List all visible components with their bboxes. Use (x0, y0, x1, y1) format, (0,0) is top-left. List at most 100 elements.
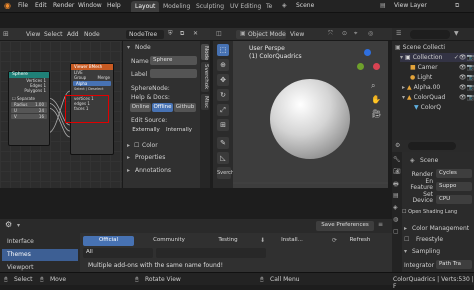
unlink-icon[interactable]: ✕ (193, 30, 198, 38)
menu-file[interactable]: File (18, 2, 28, 9)
editor-type-icon[interactable]: ⊞ (3, 30, 9, 38)
tab-modeling[interactable]: Modeling (159, 1, 194, 12)
render-tab-icon[interactable]: 📷︎ (393, 168, 401, 175)
sphere-v-field[interactable]: V 16 (11, 114, 47, 119)
sphere-separate-checkbox[interactable]: ☐ Separate (9, 96, 49, 101)
download-icon[interactable]: ⬇ (260, 237, 265, 245)
preferences-editor-icon[interactable]: ⚙ (5, 221, 12, 229)
osl-checkbox[interactable]: ☐ Open Shading Lang (402, 209, 457, 215)
gizmo-x-axis-icon[interactable] (373, 63, 380, 70)
github-docs-button[interactable]: Github (174, 103, 196, 112)
sphere-u-field[interactable]: U 24 (11, 108, 47, 113)
integrator-dropdown[interactable]: Path Tra (436, 260, 472, 269)
view-layer-icon[interactable]: ▤ (380, 2, 386, 9)
feature-set-dropdown[interactable]: Suppo (436, 182, 472, 191)
refresh-button[interactable]: Refresh (342, 236, 378, 246)
outliner-item[interactable]: ▼ ColorQ (414, 103, 441, 112)
outliner-item[interactable]: ▾ ▲ ColorQuad 👁📷 (402, 93, 474, 102)
transform-orientation-icon[interactable]: ⤧ (328, 30, 333, 38)
pref-nav-themes[interactable]: Themes (2, 249, 78, 261)
menu-edit[interactable]: Edit (35, 2, 47, 9)
zoom-icon[interactable]: ⌕ (371, 81, 375, 91)
install-button[interactable]: Install... (272, 236, 312, 246)
properties-search-input[interactable] (408, 142, 456, 150)
sampling-expand-icon[interactable]: ▾ (404, 248, 407, 255)
fake-user-icon[interactable]: ⛨ (168, 30, 173, 38)
node-label-field[interactable] (150, 69, 197, 78)
edit-externally-button[interactable]: Externally (130, 126, 162, 135)
node-header-view[interactable]: View (26, 31, 40, 38)
outliner-item[interactable]: ▾ ▣ Collection ✓👁📷 (400, 53, 474, 62)
node-header-select[interactable]: Select (44, 31, 63, 38)
visibility-icons[interactable]: ✓👁📷 (454, 54, 474, 61)
object-tab-icon[interactable]: ▢ (393, 228, 399, 235)
tab-layout[interactable]: Layout (131, 1, 160, 12)
official-filter-button[interactable]: Official (83, 236, 134, 246)
freestyle-checkbox[interactable]: ☐ (404, 236, 409, 243)
node-editor-canvas[interactable]: Sphere Vertices 1 Edges 1 Polygons 1 ☐ S… (0, 41, 122, 188)
snap-icon[interactable]: ⌖ (354, 30, 357, 38)
preferences-dropdown-icon[interactable]: ▾ (17, 222, 20, 230)
community-filter-button[interactable]: Community (136, 236, 202, 246)
color-expand-icon[interactable]: ▸ (127, 142, 130, 149)
device-dropdown[interactable]: CPU (436, 195, 472, 204)
scene-icon[interactable]: ◈ (282, 2, 287, 9)
viewport-view-menu[interactable]: View (290, 31, 304, 38)
gizmo-y-axis-icon[interactable] (357, 63, 364, 70)
node-header-node[interactable]: Node (84, 31, 100, 38)
node-name-field[interactable]: Sphere (150, 56, 197, 65)
sphere-node[interactable]: Sphere Vertices 1 Edges 1 Polygons 1 ☐ S… (8, 71, 50, 146)
online-docs-button[interactable]: Online (130, 103, 151, 112)
node-section-toggle-icon[interactable]: ▾ (127, 44, 130, 51)
outliner-item[interactable]: ● Light 👁📷 (410, 73, 474, 82)
gizmo-z-axis-icon[interactable] (364, 49, 371, 56)
properties-editor-icon[interactable]: ⚙ (395, 142, 400, 150)
offline-docs-button[interactable]: Offline (152, 103, 173, 112)
outliner-item[interactable]: ▸ ▲ Alpha.00 👁📷 (402, 83, 474, 92)
category-filter-dropdown[interactable]: All (83, 248, 153, 258)
visibility-icons[interactable]: 👁📷 (459, 64, 474, 71)
sverchok-side-tab[interactable]: Sverch (217, 167, 234, 179)
tab-misc[interactable]: Misc (201, 94, 209, 110)
testing-filter-button[interactable]: Testing (204, 236, 252, 246)
outliner-item[interactable]: ■ Camer 👁📷 (410, 63, 474, 72)
move-icon[interactable]: ✥ (217, 74, 229, 86)
node-header-add[interactable]: Add (67, 31, 79, 38)
render-engine-dropdown[interactable]: Cycles (436, 169, 472, 178)
tab-uv-editing[interactable]: UV Editing (226, 1, 265, 12)
tab-texture[interactable]: Te (262, 1, 276, 12)
sampling-section[interactable]: Sampling (412, 248, 440, 255)
scene-tab-icon[interactable]: ◈ (393, 204, 398, 211)
menu-help[interactable]: Help (107, 2, 121, 9)
color-management-section[interactable]: Color Management (412, 225, 469, 232)
view-layer-tab-icon[interactable]: ▤ (393, 192, 399, 199)
pan-icon[interactable]: ✋ (371, 95, 381, 104)
pivot-icon[interactable]: ⊙ (342, 30, 347, 38)
edit-internally-button[interactable]: Internally (163, 126, 195, 135)
scale-icon[interactable]: ⤢ (217, 104, 229, 116)
view-layer-browse-icon[interactable]: ⧉ (455, 2, 459, 10)
outliner-item[interactable]: ▣ Scene Collecti (395, 43, 445, 52)
3d-viewport[interactable]: User Perspe (1) ColorQuadrics ⌕ ✋ 🎥︎ (233, 41, 388, 188)
scene-name[interactable]: Scene (296, 2, 314, 9)
camera-view-icon[interactable]: 🎥︎ (371, 109, 381, 118)
viewer-group-row[interactable]: Group Merge (71, 75, 113, 80)
navigation-gizmo[interactable] (353, 49, 381, 77)
blender-logo-icon[interactable]: ◉ (4, 1, 11, 10)
menu-window[interactable]: Window (78, 2, 102, 9)
outliner-editor-icon[interactable]: ☰ (396, 30, 401, 38)
menu-render[interactable]: Render (53, 2, 74, 9)
save-preferences-button[interactable]: Save Preferences (316, 221, 374, 231)
visibility-icons[interactable]: 👁📷 (459, 94, 474, 101)
annotations-label[interactable]: Annotations (135, 167, 171, 174)
transform-icon[interactable]: ⊞ (217, 119, 229, 131)
rotate-icon[interactable]: ↻ (217, 89, 229, 101)
tab-sculpting[interactable]: Sculpting (192, 1, 228, 12)
properties-label[interactable]: Properties (135, 154, 165, 161)
properties-expand-icon[interactable]: ▸ (127, 154, 130, 161)
viewer-bmesh-node[interactable]: Viewer BMesh LIVE Group Merge Alpha Selec… (65, 63, 114, 155)
node-section-title[interactable]: Node (135, 44, 151, 51)
pref-nav-interface[interactable]: Interface (2, 236, 78, 248)
color-management-expand-icon[interactable]: ▸ (404, 225, 407, 232)
proportional-edit-icon[interactable]: ◎ (368, 30, 373, 38)
